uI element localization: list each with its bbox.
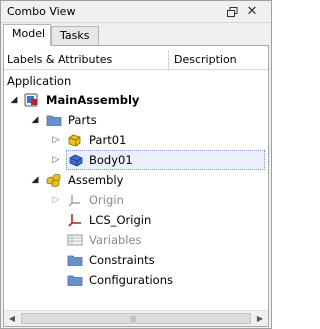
grip-icon: ||| (130, 316, 137, 323)
tree-item-mainassembly[interactable]: ◢ MainAssembly (4, 90, 268, 110)
tab-tasks[interactable]: Tasks (51, 26, 99, 46)
variables-icon (67, 233, 83, 247)
tree-item-label: Assembly (68, 173, 124, 187)
panel-title: Combo View (7, 5, 76, 18)
tree-header: Labels & Attributes Description (4, 50, 268, 70)
scroll-left-icon[interactable]: ◀ (4, 311, 20, 326)
tab-model[interactable]: Model (3, 24, 51, 46)
model-tree-view[interactable]: Labels & Attributes Description Applicat… (3, 45, 269, 327)
panel-titlebar: Combo View ✕ (1, 1, 271, 23)
tree-item-constraints[interactable]: Constraints (4, 250, 268, 270)
collapsed-arrow-icon[interactable]: ▷ (51, 130, 61, 150)
collapsed-arrow-icon[interactable]: ▷ (51, 190, 61, 210)
lcs-icon (67, 213, 83, 227)
scrollbar-thumb[interactable]: ||| (21, 313, 251, 324)
tree-item-assembly[interactable]: ◢ Assembly (4, 170, 268, 190)
tree-item-label: Variables (89, 233, 142, 247)
tree-item-label: LCS_Origin (89, 213, 152, 227)
folder-icon (46, 113, 62, 127)
header-labels-attributes[interactable]: Labels & Attributes (7, 53, 112, 66)
tree-item-label: Part01 (89, 133, 127, 147)
tree-item-label: Parts (68, 113, 97, 127)
tree-item-label: MainAssembly (46, 93, 140, 107)
tree-item-part01[interactable]: ▷ Part01 (4, 130, 268, 150)
tree-item-label: Configurations (89, 273, 173, 287)
expand-arrow-icon[interactable]: ◢ (9, 90, 19, 110)
header-description[interactable]: Description (174, 53, 237, 66)
float-icon[interactable] (224, 4, 240, 19)
tree-item-label: Origin (89, 193, 124, 207)
tree-item-label: Body01 (89, 153, 133, 167)
tree-item-body01[interactable]: Body01 (66, 150, 265, 170)
close-icon[interactable]: ✕ (244, 4, 260, 19)
tree-item-parts[interactable]: ◢ Parts (4, 110, 268, 130)
tree-item-variables[interactable]: Variables (4, 230, 268, 250)
expand-arrow-icon[interactable]: ◢ (30, 170, 40, 190)
tab-bar: Model Tasks (1, 23, 271, 46)
origin-icon (67, 193, 83, 207)
tree-item-lcs-origin[interactable]: LCS_Origin (4, 210, 268, 230)
tree-item-label: Constraints (89, 253, 155, 267)
part-icon (67, 133, 83, 147)
tree-item-configurations[interactable]: Configurations (4, 270, 268, 290)
header-divider[interactable] (168, 50, 169, 70)
tree-item-origin[interactable]: ▷ Origin (4, 190, 268, 210)
folder-icon (67, 253, 83, 267)
tree-root-label: Application (7, 74, 72, 88)
combo-view-panel: Combo View ✕ Model Tasks Labels & Attrib… (0, 0, 272, 329)
horizontal-scrollbar[interactable]: ◀ ||| ▶ (4, 310, 268, 326)
assembly-document-icon (24, 93, 40, 107)
expand-arrow-icon[interactable]: ◢ (30, 110, 40, 130)
body-icon (68, 153, 84, 167)
collapsed-arrow-icon[interactable]: ▷ (51, 150, 61, 170)
folder-icon (67, 273, 83, 287)
scroll-right-icon[interactable]: ▶ (252, 311, 268, 326)
assembly-icon (46, 173, 62, 188)
